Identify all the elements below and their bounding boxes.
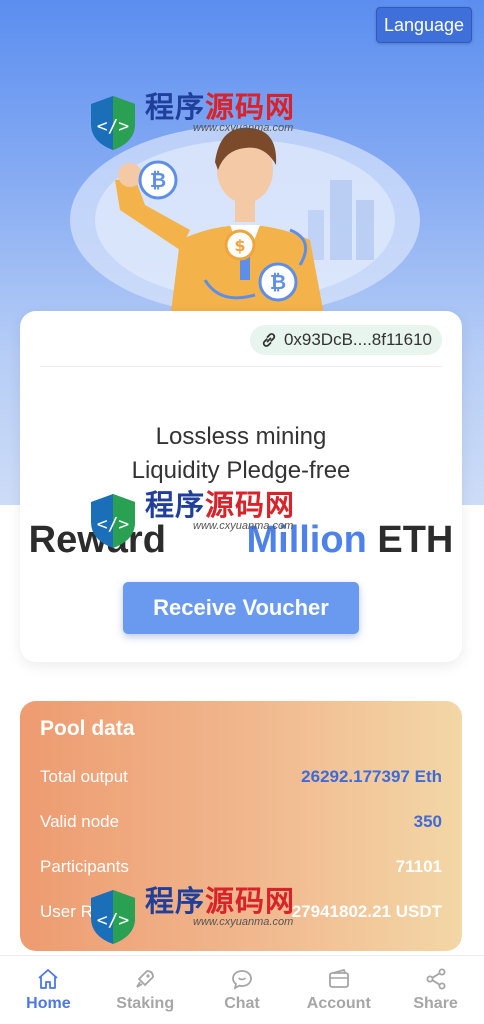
share-icon bbox=[426, 968, 446, 990]
rocket-icon bbox=[136, 970, 155, 988]
pool-row-participants: Participants 71101 bbox=[40, 857, 442, 876]
pool-row-valid-node: Valid node 350 bbox=[40, 812, 442, 831]
mining-card: 0x93DcB....8f11610 Lossless mining Liqui… bbox=[20, 311, 462, 662]
nav-home[interactable]: Home bbox=[0, 956, 97, 1024]
chat-icon bbox=[232, 970, 252, 990]
tagline-line2: Liquidity Pledge-free bbox=[131, 457, 351, 484]
nav-staking[interactable]: Staking bbox=[97, 956, 194, 1024]
wallet-icon bbox=[328, 968, 349, 988]
divider bbox=[40, 366, 442, 367]
tagline-line1: Lossless mining bbox=[155, 423, 327, 450]
pool-title: Pool data bbox=[40, 717, 135, 740]
nav-account[interactable]: Account bbox=[290, 956, 387, 1024]
bottom-navigation: Home Staking Chat Account Share bbox=[0, 955, 484, 1024]
wallet-address-pill[interactable]: 0x93DcB....8f11610 bbox=[249, 325, 442, 355]
svg-text:₿: ₿ bbox=[270, 270, 286, 294]
language-button[interactable]: Language bbox=[376, 7, 472, 43]
hero-illustration: ₿ $ ₿ bbox=[70, 125, 420, 320]
nav-share[interactable]: Share bbox=[387, 956, 484, 1024]
wallet-address: 0x93DcB....8f11610 bbox=[283, 330, 432, 349]
home-icon bbox=[38, 969, 58, 989]
pool-data-card: Pool data Total output 26292.177397 Eth V… bbox=[20, 701, 462, 951]
reward-headline: Reward Million ETH bbox=[28, 519, 454, 561]
link-icon bbox=[262, 333, 276, 347]
pool-row-total-output: Total output 26292.177397 Eth bbox=[40, 767, 442, 786]
pool-row-user-revenue: User R 27941802.21 USDT bbox=[40, 902, 442, 921]
nav-chat[interactable]: Chat bbox=[194, 956, 291, 1024]
svg-text:₿: ₿ bbox=[150, 168, 166, 192]
receive-voucher-button[interactable]: Receive Voucher bbox=[123, 582, 359, 634]
svg-text:$: $ bbox=[234, 236, 245, 255]
